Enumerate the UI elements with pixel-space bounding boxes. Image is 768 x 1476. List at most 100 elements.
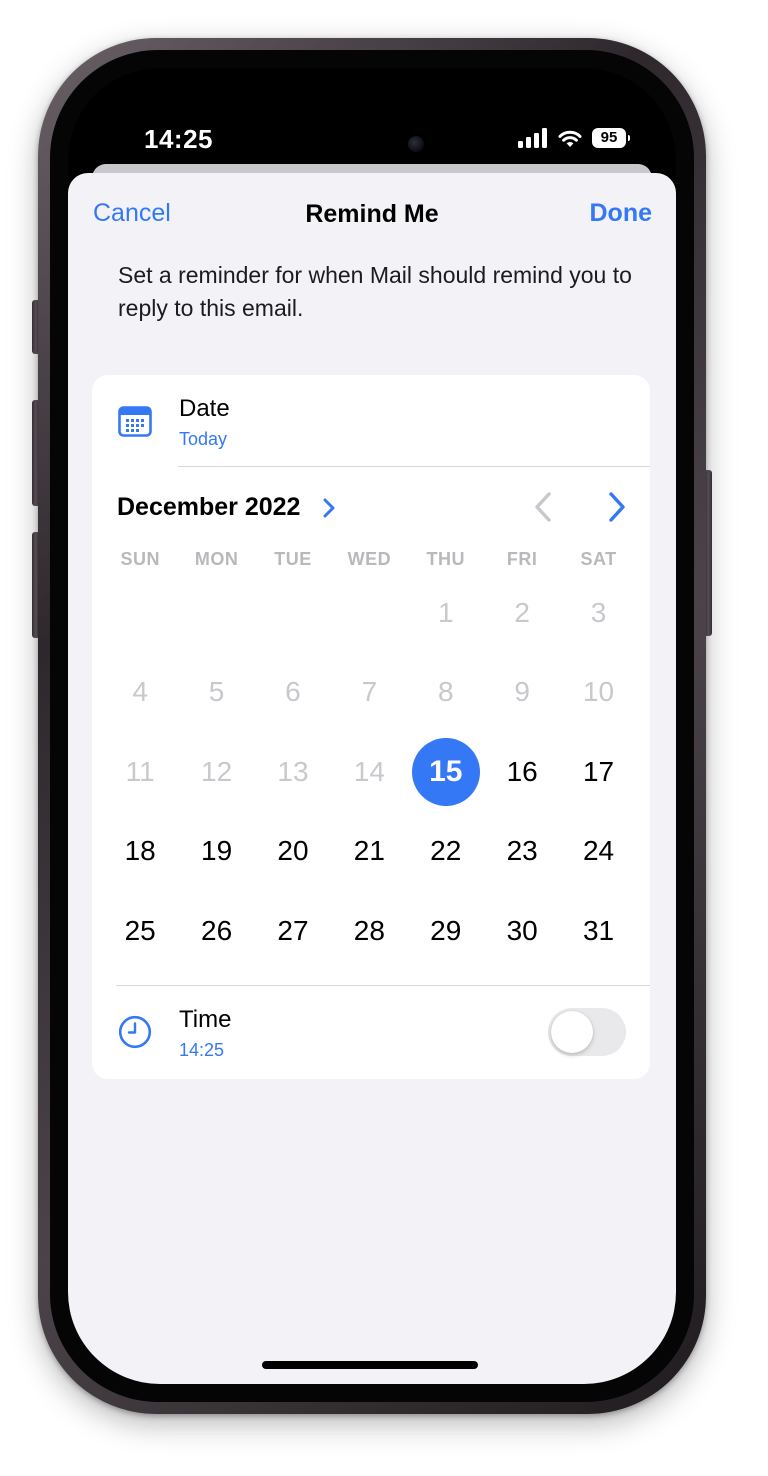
calendar-day: 7 (331, 653, 407, 733)
phone-screen: 14:25 95 Cancel Remind Me Done Set a rem… (68, 68, 676, 1384)
empty-day-cell (102, 573, 178, 653)
calendar-day: 11 (102, 732, 178, 812)
calendar-icon (118, 406, 152, 437)
battery-icon: 95 (592, 128, 630, 148)
status-icons: 95 (518, 128, 630, 148)
reminder-description: Set a reminder for when Mail should remi… (118, 262, 632, 321)
remind-me-sheet: Cancel Remind Me Done Set a reminder for… (68, 173, 676, 1384)
phone-frame: 14:25 95 Cancel Remind Me Done Set a rem… (38, 38, 706, 1414)
divider (178, 466, 650, 467)
page-title: Remind Me (305, 200, 439, 228)
calendar-day[interactable]: 21 (331, 812, 407, 892)
calendar-day-number: 10 (582, 676, 615, 708)
status-time: 14:25 (144, 124, 213, 154)
calendar-day-number: 23 (506, 835, 538, 867)
previous-month-button[interactable] (528, 489, 562, 525)
month-year-button[interactable]: December 2022 (117, 493, 300, 522)
calendar-day-selected[interactable]: 15 (408, 732, 484, 812)
calendar-day: 8 (408, 653, 484, 733)
next-month-button[interactable] (598, 489, 632, 525)
calendar-day-number: 11 (125, 755, 155, 787)
calendar-day[interactable]: 20 (255, 812, 331, 892)
date-value: Today (179, 429, 228, 449)
calendar-grid: 1 2 3 4 5 6 7 8 9 10 11 12 13 14 15 16 17 18 19 20 21 22 23 24 2… (102, 573, 637, 971)
calendar-day-number: 28 (353, 914, 385, 946)
calendar-day: 1 (408, 573, 484, 653)
date-label: Date (179, 395, 230, 422)
calendar-day[interactable]: 22 (408, 812, 484, 892)
calendar-day: 2 (484, 573, 560, 653)
calendar-day[interactable]: 26 (178, 891, 254, 971)
calendar-day[interactable]: 23 (484, 812, 560, 892)
calendar-day[interactable]: 27 (255, 891, 331, 971)
calendar-day: 3 (560, 573, 636, 653)
front-camera (408, 136, 424, 152)
dynamic-island (290, 120, 454, 168)
calendar-day[interactable]: 29 (408, 891, 484, 971)
time-toggle[interactable] (548, 1008, 626, 1056)
calendar-day[interactable]: 31 (560, 891, 636, 971)
clock-icon (118, 1015, 152, 1049)
calendar-day-number: 30 (506, 914, 538, 946)
time-row: Time 14:25 (92, 986, 650, 1079)
calendar-day-number: 31 (582, 914, 615, 946)
calendar-day-number: 20 (277, 835, 309, 867)
calendar-day[interactable]: 25 (102, 891, 178, 971)
calendar-day: 10 (560, 653, 636, 733)
calendar-day-number: 2 (514, 596, 530, 628)
calendar-day-number: 24 (582, 835, 615, 867)
calendar-day: 5 (178, 653, 254, 733)
date-row[interactable]: Date Today (92, 375, 650, 467)
weekday-label: TUE (274, 549, 312, 569)
calendar-day-number: 13 (277, 755, 309, 787)
calendar-day[interactable]: 17 (560, 732, 636, 812)
weekday-label: WED (347, 549, 392, 569)
calendar-day-number: 26 (201, 914, 233, 946)
calendar-day[interactable]: 28 (331, 891, 407, 971)
calendar-day-number: 21 (353, 835, 385, 867)
weekday-label: FRI (506, 549, 538, 569)
time-value: 14:25 (179, 1040, 225, 1060)
calendar-day-number: 19 (201, 835, 233, 867)
calendar-day[interactable]: 19 (178, 812, 254, 892)
calendar-day-number: 29 (430, 914, 462, 946)
weekday-label: THU (426, 549, 465, 569)
calendar-day[interactable]: 30 (484, 891, 560, 971)
weekday-label: SAT (580, 549, 617, 569)
calendar-day: 12 (178, 732, 254, 812)
calendar-day-number: 5 (208, 676, 225, 708)
calendar-day-number: 22 (430, 835, 462, 867)
calendar-day-number: 1 (437, 596, 454, 628)
calendar-day[interactable]: 18 (102, 812, 178, 892)
toggle-knob (551, 1011, 593, 1053)
weekday-header: SUN MON TUE WED THU FRI SAT (102, 549, 637, 570)
calendar-day: 6 (255, 653, 331, 733)
empty-day-cell (255, 573, 331, 653)
calendar-day-number: 16 (506, 755, 538, 787)
chevron-left-icon (535, 492, 551, 522)
calendar-day: 13 (255, 732, 331, 812)
calendar-day-number: 4 (132, 676, 148, 708)
calendar-day-number: 6 (285, 676, 301, 708)
calendar-day: 14 (331, 732, 407, 812)
calendar-day-number: 27 (277, 914, 309, 946)
calendar-day[interactable]: 24 (560, 812, 636, 892)
calendar-day-number: 12 (201, 755, 233, 787)
calendar-day-number: 9 (514, 676, 530, 708)
weekday-label: MON (194, 549, 239, 569)
reminder-settings-card: Date Today December 2022 SUN MON TUE WED… (92, 375, 650, 1079)
calendar-day: 9 (484, 653, 560, 733)
calendar-day-number: 18 (124, 835, 156, 867)
calendar-day-number: 25 (124, 914, 156, 946)
calendar-day-number: 15 (411, 737, 480, 806)
home-indicator[interactable] (262, 1361, 478, 1369)
calendar-day-number: 14 (353, 755, 385, 787)
calendar-day-number: 7 (361, 676, 378, 708)
wifi-icon (558, 130, 582, 147)
calendar-day-number: 17 (582, 755, 615, 787)
calendar-day[interactable]: 16 (484, 732, 560, 812)
calendar-day: 4 (102, 653, 178, 733)
cellular-signal-icon (518, 128, 547, 148)
empty-day-cell (178, 573, 254, 653)
done-button[interactable]: Done (590, 199, 653, 228)
